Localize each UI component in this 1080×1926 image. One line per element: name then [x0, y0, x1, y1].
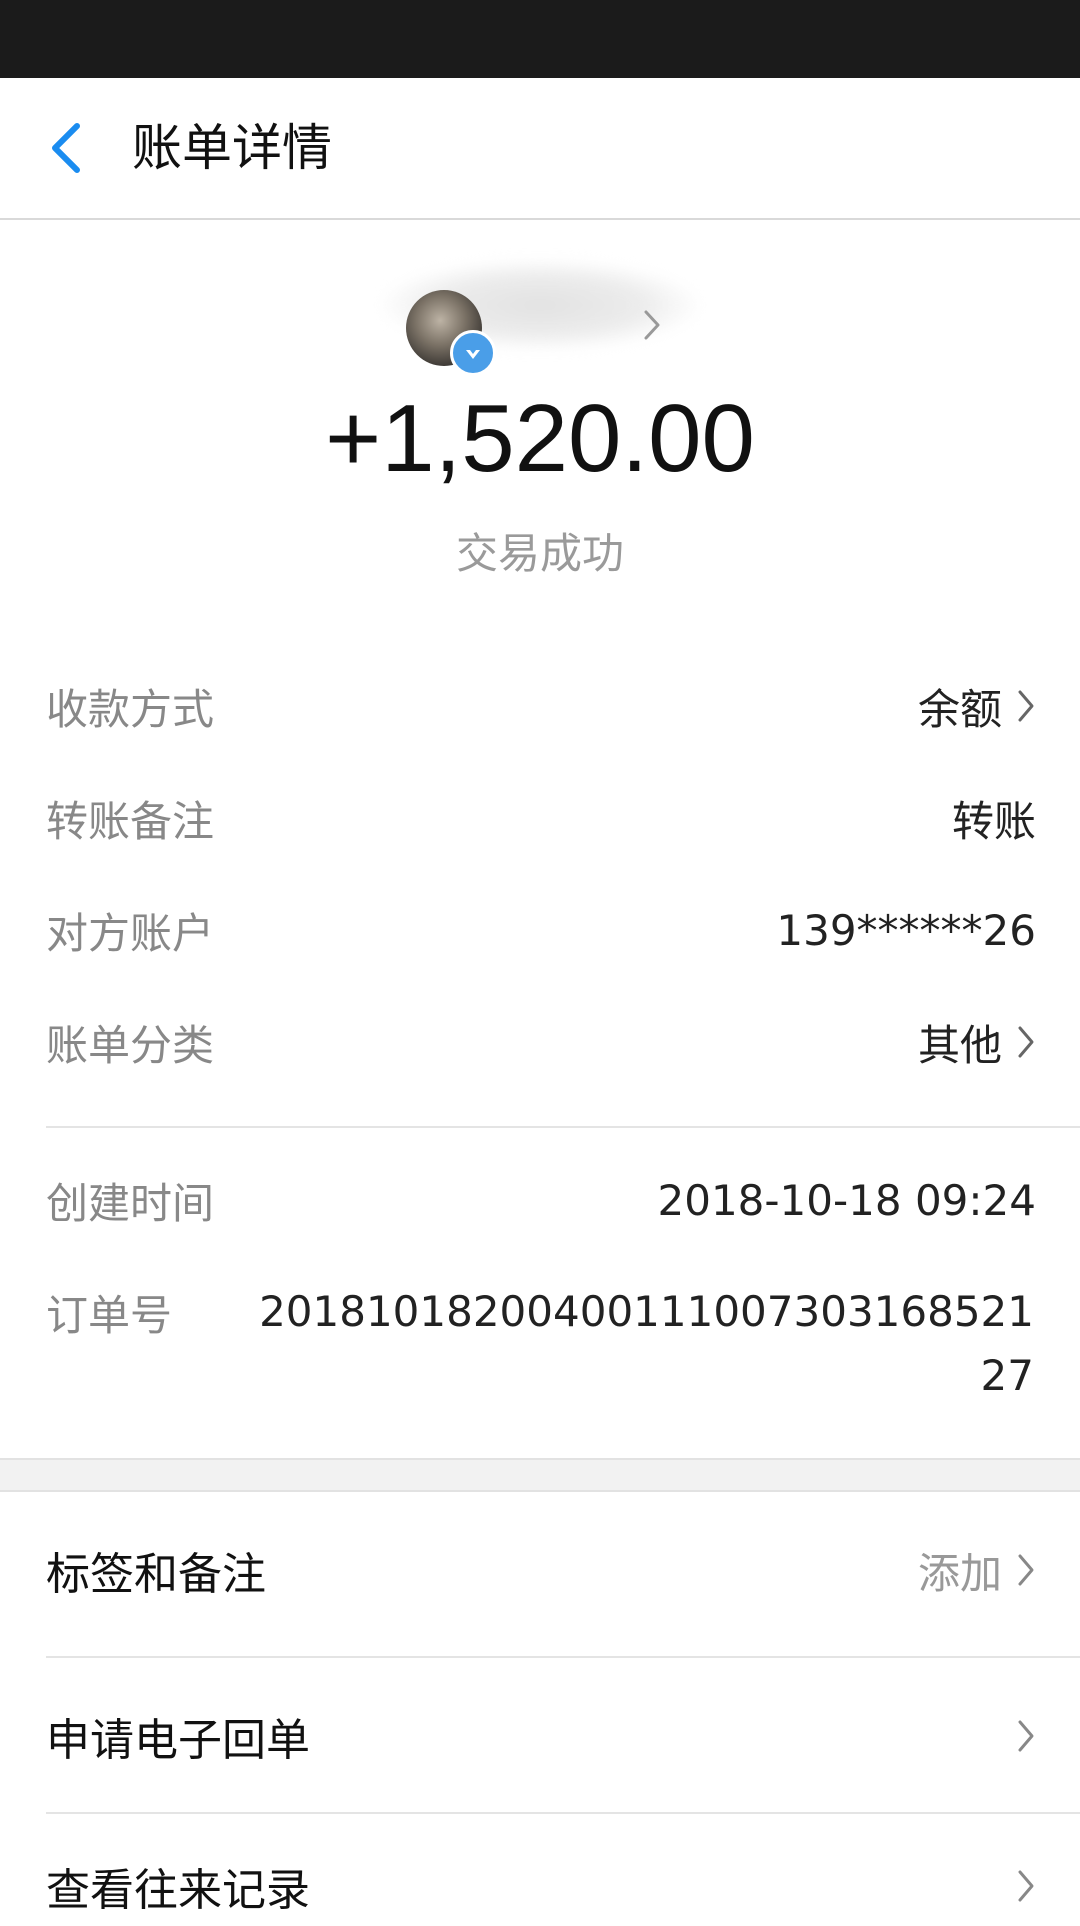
- detail-row-category[interactable]: 账单分类 其他: [46, 1012, 1036, 1072]
- chevron-right-icon: [1018, 1870, 1034, 1902]
- row-label: 账单分类: [46, 1020, 215, 1070]
- action-right: 添加: [918, 1540, 1036, 1601]
- status-bar: [0, 0, 1080, 78]
- detail-row-payment-method[interactable]: 收款方式 余额: [46, 676, 1036, 736]
- order-id-value: 2018101820040011100730316852127: [259, 1287, 1034, 1400]
- add-text: 添加: [917, 1548, 1002, 1598]
- row-label: 创建时间: [46, 1178, 215, 1228]
- amount: +1,520.00: [325, 385, 755, 492]
- transaction-header: +1,520.00 交易成功: [0, 220, 1080, 610]
- chevron-right-icon: [1018, 1026, 1034, 1058]
- counterpart-link[interactable]: [380, 250, 700, 376]
- detail-row-created-time: 创建时间 2018-10-18 09:24: [46, 1170, 1036, 1230]
- action-label: 查看往来记录: [46, 1865, 310, 1916]
- chevron-right-icon: [1018, 1720, 1034, 1752]
- row-label: 收款方式: [46, 684, 215, 734]
- back-button[interactable]: [36, 112, 96, 184]
- row-value: 余额: [918, 676, 1036, 737]
- status-text: 交易成功: [455, 529, 624, 578]
- divider: [46, 1656, 1080, 1658]
- verified-badge-icon: [450, 330, 496, 376]
- row-label: 订单号: [46, 1291, 173, 1340]
- nav-bar: 账单详情: [0, 78, 1080, 220]
- action-row-history[interactable]: 查看往来记录: [46, 1846, 1036, 1926]
- chevron-left-icon: [52, 123, 80, 173]
- action-label: 申请电子回单: [46, 1715, 310, 1766]
- action-right: [1002, 1868, 1036, 1904]
- chevron-right-icon: [1018, 690, 1034, 722]
- action-row-tags[interactable]: 标签和备注 添加: [46, 1530, 1036, 1610]
- created-time-value: 2018-10-18 09:24: [657, 1175, 1036, 1225]
- section-gap: [0, 1458, 1080, 1492]
- page-title: 账单详情: [132, 119, 332, 177]
- account-value: 139******26: [776, 905, 1036, 955]
- detail-row-account: 对方账户 139******26: [46, 900, 1036, 960]
- detail-row-remark: 转账备注 转账: [46, 788, 1036, 848]
- row-value: 其他: [918, 1012, 1036, 1073]
- chevron-right-icon: [644, 310, 660, 340]
- chevron-right-icon: [1018, 1554, 1034, 1586]
- row-label: 对方账户: [46, 908, 215, 958]
- category-value: 其他: [917, 1020, 1002, 1070]
- payment-method-value: 余额: [917, 684, 1002, 734]
- action-label: 标签和备注: [46, 1549, 266, 1600]
- divider: [46, 1812, 1080, 1814]
- row-label: 转账备注: [46, 796, 215, 846]
- action-row-receipt[interactable]: 申请电子回单: [46, 1696, 1036, 1776]
- remark-value: 转账: [951, 796, 1036, 846]
- divider: [46, 1126, 1080, 1128]
- action-right: [1002, 1718, 1036, 1754]
